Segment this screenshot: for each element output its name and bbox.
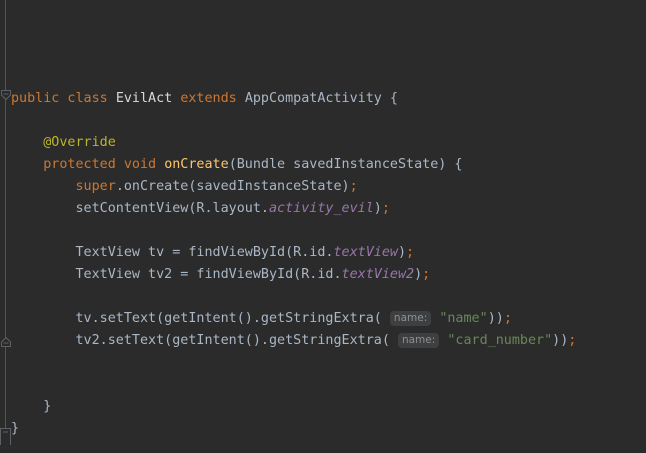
code-line[interactable]: [11, 374, 576, 396]
code-token: ;: [504, 311, 512, 326]
code-line[interactable]: @Override: [11, 132, 576, 154]
code-line[interactable]: tv.setText(getIntent().getStringExtra( n…: [11, 308, 576, 330]
parameter-name-hint[interactable]: name:: [398, 333, 439, 348]
code-token: activity_evil: [269, 201, 374, 216]
code-token: (Bundle savedInstanceState) {: [229, 157, 463, 172]
code-token: )): [488, 311, 504, 326]
code-token: TextView tv = findViewById(R.id.: [11, 245, 333, 260]
code-token: .onCreate(savedInstanceState): [116, 179, 350, 194]
code-token: [11, 179, 76, 194]
code-line[interactable]: [11, 286, 576, 308]
code-token: tv.setText(getIntent().getStringExtra(: [11, 311, 390, 326]
code-token: ): [398, 245, 406, 260]
code-token: extends: [180, 91, 245, 106]
code-token: textView2: [342, 267, 415, 282]
code-token: tv2.setText(getIntent().getStringExtra(: [11, 333, 398, 348]
code-token: super: [76, 179, 116, 194]
code-token: protected void: [43, 157, 164, 172]
code-line[interactable]: [11, 220, 576, 242]
code-line[interactable]: super.onCreate(savedInstanceState);: [11, 176, 576, 198]
code-line[interactable]: TextView tv2 = findViewById(R.id.textVie…: [11, 264, 576, 286]
code-line[interactable]: setContentView(R.layout.activity_evil);: [11, 198, 576, 220]
code-token: ;: [406, 245, 414, 260]
code-token: ): [374, 201, 382, 216]
code-token: [11, 157, 43, 172]
code-token: }: [11, 399, 51, 414]
code-token: ): [414, 267, 422, 282]
code-token: ;: [382, 201, 390, 216]
code-token: [11, 135, 43, 150]
code-token: public class: [11, 91, 116, 106]
code-line[interactable]: }: [11, 418, 576, 440]
code-token: TextView tv2 = findViewById(R.id.: [11, 267, 342, 282]
code-token: )): [552, 333, 568, 348]
code-token: "name": [439, 311, 487, 326]
code-editor[interactable]: public class EvilAct extends AppCompatAc…: [0, 0, 646, 445]
code-line[interactable]: public class EvilAct extends AppCompatAc…: [11, 88, 576, 110]
code-token: }: [11, 421, 19, 436]
code-line[interactable]: tv2.setText(getIntent().getStringExtra( …: [11, 330, 576, 352]
code-line[interactable]: [11, 110, 576, 132]
code-line[interactable]: protected void onCreate(Bundle savedInst…: [11, 154, 576, 176]
parameter-name-hint[interactable]: name:: [390, 311, 431, 326]
code-token: AppCompatActivity {: [245, 91, 398, 106]
code-token: ;: [350, 179, 358, 194]
code-token: "card_number": [447, 333, 552, 348]
code-area[interactable]: public class EvilAct extends AppCompatAc…: [11, 22, 576, 440]
code-line[interactable]: TextView tv = findViewById(R.id.textView…: [11, 242, 576, 264]
code-token: EvilAct: [116, 91, 181, 106]
code-token: textView: [333, 245, 398, 260]
code-token: setContentView(R.layout.: [11, 201, 269, 216]
code-line[interactable]: }: [11, 396, 576, 418]
code-line[interactable]: [11, 352, 576, 374]
code-token: @Override: [43, 135, 116, 150]
code-token: onCreate: [164, 157, 229, 172]
code-token: ;: [568, 333, 576, 348]
code-token: ;: [422, 267, 430, 282]
fold-scope-line: [5, 0, 6, 445]
